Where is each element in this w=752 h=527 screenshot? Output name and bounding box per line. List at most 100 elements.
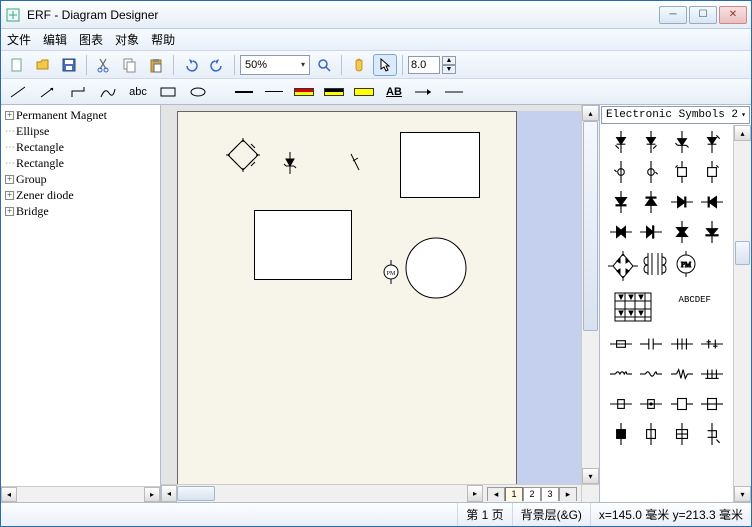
palette-symbol[interactable] <box>610 221 632 243</box>
curve-tool[interactable] <box>95 82 121 102</box>
scroll-right-icon[interactable]: ▸ <box>467 485 483 502</box>
palette-symbol[interactable] <box>671 161 693 183</box>
palette-symbol[interactable] <box>640 161 662 183</box>
palette-vscroll[interactable]: ▴ ▾ <box>733 125 751 502</box>
palette-symbol[interactable]: ABCDEF <box>670 289 720 311</box>
tree-item[interactable]: ⋯Rectangle <box>1 155 160 171</box>
ellipse-tool[interactable] <box>185 82 211 102</box>
fill-red-yellow[interactable] <box>291 82 317 102</box>
status-page[interactable]: 第 1 页 <box>457 503 511 526</box>
palette-symbol[interactable]: PM <box>673 251 699 277</box>
font-size-input[interactable] <box>408 56 440 74</box>
canvas[interactable]: PM <box>161 105 581 484</box>
palette-symbol[interactable] <box>613 289 655 325</box>
palette-symbol[interactable] <box>701 333 723 355</box>
tree-item[interactable]: ⋯Ellipse <box>1 123 160 139</box>
pointer-button[interactable] <box>373 54 397 76</box>
cut-button[interactable] <box>92 54 116 76</box>
tree-item[interactable]: +Permanent Magnet <box>1 107 160 123</box>
line-style[interactable] <box>231 82 257 102</box>
line-tool[interactable] <box>5 82 31 102</box>
tree-item[interactable]: +Group <box>1 171 160 187</box>
symbol-palette[interactable]: PM ABCDEF <box>600 125 733 502</box>
rectangle-shape[interactable] <box>400 132 480 198</box>
fill-yellow[interactable] <box>351 82 377 102</box>
menu-object[interactable]: 对象 <box>115 31 139 48</box>
zoom-select[interactable]: 50% <box>240 55 310 75</box>
expand-icon[interactable]: + <box>5 175 14 184</box>
rectangle-shape[interactable] <box>254 210 352 280</box>
tree-hscroll[interactable]: ◂ ▸ <box>1 486 160 502</box>
palette-symbol[interactable] <box>701 363 723 385</box>
palette-symbol[interactable] <box>671 333 693 355</box>
expand-icon[interactable]: + <box>5 191 14 200</box>
zener-diode-symbol[interactable] <box>282 152 298 177</box>
palette-symbol[interactable] <box>640 191 662 213</box>
palette-symbol[interactable] <box>701 221 723 243</box>
scroll-up-icon[interactable]: ▴ <box>582 105 599 121</box>
canvas-vscroll[interactable]: ▴ ▾ <box>581 105 599 484</box>
scroll-thumb[interactable] <box>583 121 598 331</box>
group-symbol[interactable] <box>348 152 362 175</box>
scroll-thumb[interactable] <box>735 241 750 265</box>
arrow-right-tool[interactable] <box>411 82 437 102</box>
maximize-button[interactable]: ☐ <box>689 6 717 24</box>
tab-page-1[interactable]: 1 <box>505 487 523 501</box>
line-thin[interactable] <box>261 82 287 102</box>
scroll-right-icon[interactable]: ▸ <box>144 487 160 502</box>
permanent-magnet-symbol[interactable]: PM <box>382 260 400 287</box>
open-button[interactable] <box>31 54 55 76</box>
expand-icon[interactable]: + <box>5 207 14 216</box>
rect-tool[interactable] <box>155 82 181 102</box>
menu-file[interactable]: 文件 <box>7 31 31 48</box>
scroll-down-icon[interactable]: ▾ <box>734 486 751 502</box>
line-plain[interactable] <box>441 82 467 102</box>
paste-button[interactable] <box>144 54 168 76</box>
palette-symbol[interactable] <box>640 131 662 153</box>
connector-tool[interactable] <box>65 82 91 102</box>
palette-symbol[interactable] <box>640 221 662 243</box>
spin-down[interactable]: ▼ <box>442 65 456 74</box>
palette-symbol[interactable] <box>671 393 693 415</box>
menu-edit[interactable]: 编辑 <box>43 31 67 48</box>
object-tree[interactable]: +Permanent Magnet ⋯Ellipse ⋯Rectangle ⋯R… <box>1 105 160 486</box>
tree-item[interactable]: +Bridge <box>1 203 160 219</box>
palette-symbol[interactable] <box>701 393 723 415</box>
canvas-hscroll[interactable]: ◂ ▸ <box>161 485 483 502</box>
close-button[interactable]: ✕ <box>719 6 747 24</box>
scroll-up-icon[interactable]: ▴ <box>734 125 751 141</box>
menu-help[interactable]: 帮助 <box>151 31 175 48</box>
tab-prev[interactable]: ◂ <box>487 487 505 501</box>
arrow-tool[interactable] <box>35 82 61 102</box>
palette-symbol[interactable] <box>610 393 632 415</box>
text-style[interactable]: AB <box>381 82 407 102</box>
minimize-button[interactable]: ─ <box>659 6 687 24</box>
palette-symbol[interactable] <box>642 251 668 277</box>
palette-select[interactable]: Electronic Symbols 2 <box>601 106 750 124</box>
palette-symbol[interactable] <box>701 131 723 153</box>
scroll-left-icon[interactable]: ◂ <box>161 485 177 502</box>
tree-item[interactable]: +Zener diode <box>1 187 160 203</box>
redo-button[interactable] <box>205 54 229 76</box>
palette-symbol[interactable] <box>610 333 632 355</box>
bridge-symbol[interactable] <box>223 138 263 175</box>
expand-icon[interactable]: + <box>5 111 14 120</box>
save-button[interactable] <box>57 54 81 76</box>
page[interactable]: PM <box>177 111 517 484</box>
palette-symbol[interactable] <box>671 423 693 445</box>
font-size-spinner[interactable]: ▲▼ <box>408 56 456 74</box>
text-tool[interactable]: abc <box>125 82 151 102</box>
scroll-thumb[interactable] <box>177 486 215 501</box>
palette-symbol[interactable] <box>671 191 693 213</box>
palette-symbol[interactable] <box>701 191 723 213</box>
palette-symbol[interactable] <box>671 131 693 153</box>
menu-chart[interactable]: 图表 <box>79 31 103 48</box>
palette-symbol[interactable] <box>610 131 632 153</box>
fill-black-yellow[interactable] <box>321 82 347 102</box>
tree-item[interactable]: ⋯Rectangle <box>1 139 160 155</box>
tab-page-3[interactable]: 3 <box>541 487 559 501</box>
ellipse-shape[interactable] <box>404 236 468 303</box>
zoom-tool-button[interactable] <box>312 54 336 76</box>
palette-symbol[interactable] <box>701 161 723 183</box>
palette-symbol[interactable] <box>610 423 632 445</box>
